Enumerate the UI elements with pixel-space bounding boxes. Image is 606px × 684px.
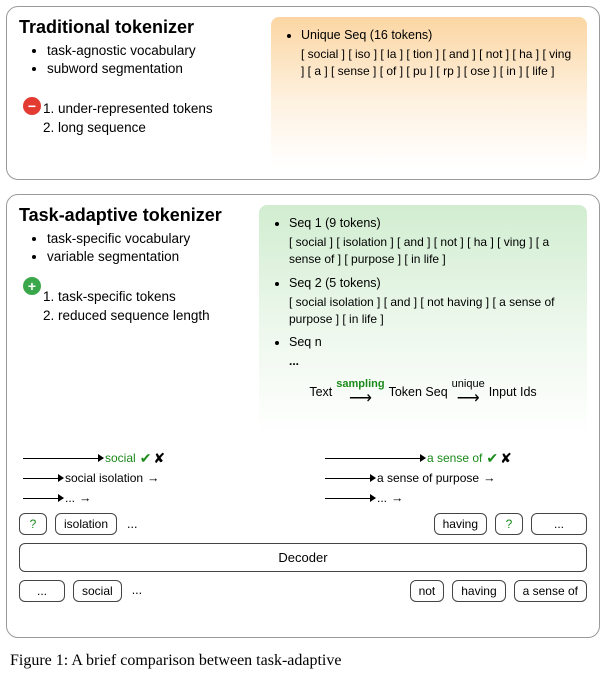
unique-seq-title: Unique Seq (16 tokens) [301,28,432,42]
adaptive-tokenizer-panel: Task-adaptive tokenizer task-specific vo… [6,194,600,638]
traditional-left: Traditional tokenizer task-agnostic voca… [19,17,271,167]
slot-row-bottom: ... social ... not having a sense of [19,580,587,602]
traditional-right: Unique Seq (16 tokens) [ social ] [ iso … [271,17,587,167]
figure-caption: Figure 1: A brief comparison between tas… [6,652,600,670]
slot-b-not: not [410,580,445,602]
traditional-prop-1: task-agnostic vocabulary [47,42,267,60]
slot-having: having [434,513,487,535]
adaptive-props: task-specific vocabulary variable segmen… [19,230,255,266]
cand-left-ell: ... [65,491,75,505]
cand-senseof: a sense of [427,451,482,465]
slot-b-social: social [73,580,122,602]
seqn-title: Seq n [289,335,322,349]
cand-social: social [105,451,136,465]
slot-row-top: ? isolation ... having ? ... [19,513,587,535]
check-icon: ✔ [140,450,152,467]
traditional-prop-2: subword segmentation [47,60,267,78]
traditional-con-1: 1. under-represented tokens [43,100,267,118]
right-candidates: a sense of✔✘ a sense of purpose→ ...→ [325,449,587,509]
slot-q1: ? [19,513,47,535]
cross-icon: ✘ [153,450,165,467]
unique-seq-box: Unique Seq (16 tokens) [ social ] [ iso … [271,17,587,167]
seq1-tokens: [ social ] [ isolation ] [ and ] [ not ]… [289,234,575,269]
check-icon: ✔ [486,450,498,467]
traditional-cons: 1. under-represented tokens 2. long sequ… [43,100,267,136]
seqn-item: Seq n ... [289,334,575,370]
flow-text: Text [309,384,332,401]
cand-social-isolation: social isolation [65,471,143,485]
cross-icon: ✘ [500,450,512,467]
flow-unique-label: unique [452,377,485,392]
slot-ell1: ... [125,514,139,534]
slot-isolation: isolation [55,513,117,535]
traditional-props: task-agnostic vocabulary subword segment… [19,42,267,78]
arrow-icon: ⟶ [349,391,372,407]
left-candidates: social✔✘ social isolation→ ...→ [19,449,285,509]
traditional-tokenizer-panel: Traditional tokenizer task-agnostic voca… [6,6,600,180]
slot-b-having: having [452,580,505,602]
decoder-block: Decoder [19,543,587,572]
flow-sampling-label: sampling [336,377,384,392]
flow-input: Input Ids [489,384,537,401]
adaptive-pros: 1. task-specific tokens 2. reduced seque… [43,288,255,324]
unique-seq-item: Unique Seq (16 tokens) [ social ] [ iso … [301,27,575,81]
adaptive-right: Seq 1 (9 tokens) [ social ] [ isolation … [259,205,587,435]
adaptive-left: Task-adaptive tokenizer task-specific vo… [19,205,259,435]
seq1-item: Seq 1 (9 tokens) [ social ] [ isolation … [289,215,575,269]
traditional-title: Traditional tokenizer [19,17,267,38]
seqn-tokens: ... [289,353,575,370]
slot-q2: ? [495,513,523,535]
plus-icon: + [23,277,41,295]
traditional-con-2: 2. long sequence [43,119,267,137]
adaptive-pro-1: 1. task-specific tokens [43,288,255,306]
decoder-diagram: social✔✘ social isolation→ ...→ a sense … [19,449,587,602]
adaptive-prop-2: variable segmentation [47,248,255,266]
minus-icon: − [23,97,41,115]
slot-b-ell1: ... [19,580,65,602]
flow-diagram: Text sampling ⟶ Token Seq unique ⟶ Input… [271,377,575,408]
unique-seq-tokens: [ social ] [ iso ] [ la ] [ tion ] [ and… [301,46,575,81]
seq1-title: Seq 1 (9 tokens) [289,216,381,230]
adaptive-seq-box: Seq 1 (9 tokens) [ social ] [ isolation … [259,205,587,435]
seq2-item: Seq 2 (5 tokens) [ social isolation ] [ … [289,275,575,329]
cand-senseof-purpose: a sense of purpose [377,471,479,485]
seq2-title: Seq 2 (5 tokens) [289,276,381,290]
seq2-tokens: [ social isolation ] [ and ] [ not havin… [289,294,575,329]
adaptive-pro-2: 2. reduced sequence length [43,307,255,325]
cand-right-ell: ... [377,491,387,505]
slot-b-ell2: ... [130,580,144,602]
adaptive-prop-1: task-specific vocabulary [47,230,255,248]
adaptive-title: Task-adaptive tokenizer [19,205,255,226]
slot-b-senseof: a sense of [514,580,587,602]
slot-ell2: ... [531,513,587,535]
flow-tokenseq: Token Seq [389,384,448,401]
arrow-icon: ⟶ [457,391,480,407]
